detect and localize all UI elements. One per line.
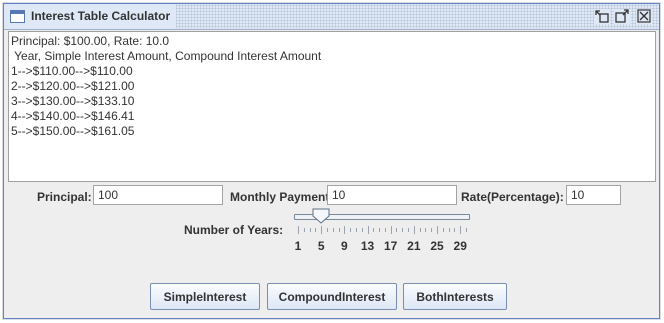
slider-tick-label: 21: [407, 239, 421, 253]
slider-tick: [373, 228, 375, 232]
compound-interest-button[interactable]: CompoundInterest: [267, 283, 397, 310]
slider-tick: [303, 228, 305, 232]
slider-tick: [338, 228, 340, 232]
slider-tick: [402, 228, 404, 232]
slider-tick: [355, 228, 357, 232]
slider-tick: [442, 228, 444, 232]
slider-tick: [396, 228, 398, 232]
years-label: Number of Years:: [184, 223, 284, 237]
slider-tick: [379, 228, 381, 232]
slider-tick: [408, 228, 410, 232]
rate-input[interactable]: [566, 185, 621, 205]
slider-tick: [437, 226, 439, 234]
slider-tick: [344, 226, 346, 234]
slider-tick: [350, 228, 352, 232]
minimize-icon[interactable]: [594, 9, 610, 24]
slider-tick: [298, 226, 299, 234]
slider-tick: [384, 228, 386, 232]
slider-tick: [454, 228, 456, 232]
slider-tick-label: 1: [294, 239, 302, 253]
slider-tick-label: 13: [360, 239, 375, 253]
slider-tick: [390, 226, 392, 234]
years-slider-thumb[interactable]: [312, 208, 330, 224]
principal-input[interactable]: [93, 185, 223, 205]
slider-tick: [419, 228, 421, 232]
rate-label: Rate(Percentage):: [461, 190, 564, 204]
years-slider-ticks: [294, 226, 474, 236]
slider-tick: [413, 226, 415, 234]
slider-tick: [431, 228, 433, 232]
app-window: Interest Table Calculator Principal: $10…: [3, 3, 660, 319]
slider-tick: [332, 228, 334, 232]
slider-tick: [321, 226, 323, 234]
title-bar[interactable]: Interest Table Calculator: [4, 4, 659, 30]
principal-label: Principal:: [37, 190, 92, 204]
slider-tick: [448, 228, 450, 232]
both-interests-button[interactable]: BothInterests: [403, 283, 507, 310]
slider-tick: [466, 228, 467, 232]
slider-tick: [367, 226, 369, 234]
monthly-payment-label: Monthly Payment:: [230, 190, 334, 204]
slider-tick: [460, 226, 462, 234]
slider-tick-label: 5: [317, 239, 325, 253]
slider-tick: [315, 228, 317, 232]
slider-tick-label: 25: [430, 239, 444, 253]
maximize-icon[interactable]: [614, 9, 630, 24]
slider-tick: [361, 228, 363, 232]
slider-tick-label: 9: [341, 239, 348, 253]
results-text-area[interactable]: Principal: $100.00, Rate: 10.0 Year, Sim…: [8, 31, 656, 182]
monthly-payment-input[interactable]: [327, 185, 457, 205]
slider-tick: [309, 228, 311, 232]
close-icon[interactable]: [636, 9, 652, 24]
simple-interest-button[interactable]: SimpleInterest: [150, 283, 260, 310]
app-window-icon: [10, 10, 25, 23]
slider-tick-label: 17: [384, 239, 398, 253]
slider-tick: [326, 228, 328, 232]
window-title: Interest Table Calculator: [31, 9, 171, 23]
slider-tick-label: 29: [453, 239, 467, 253]
slider-tick: [425, 228, 427, 232]
